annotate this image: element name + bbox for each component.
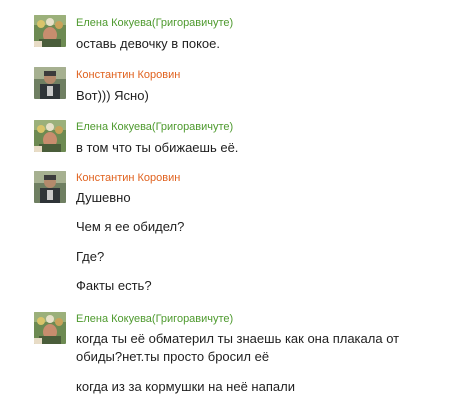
avatar[interactable] xyxy=(34,312,66,344)
author-name[interactable]: Константин Коровин xyxy=(76,172,180,185)
chat-message: Константин Коровин Душевно Чем я ее обид… xyxy=(34,171,467,296)
message-text: Чем я ее обидел? xyxy=(76,219,185,234)
avatar[interactable] xyxy=(34,67,66,99)
message-text: в том что ты обижаешь её. xyxy=(76,140,239,155)
message-text: оставь девочку в покое. xyxy=(76,36,220,51)
message-text: Вот))) Ясно) xyxy=(76,88,149,103)
chat-message: Елена Кокуева(Григоравичуте) когда ты её… xyxy=(34,312,467,394)
chat-message: Елена Кокуева(Григоравичуте) оставь дево… xyxy=(34,15,467,51)
chat-message: Елена Кокуева(Григоравичуте) в том что т… xyxy=(34,120,467,156)
avatar-man-icon xyxy=(34,171,66,203)
message-text: Где? xyxy=(76,249,105,264)
avatar[interactable] xyxy=(34,171,66,203)
message-text: Душевно xyxy=(76,190,131,205)
chat-message: Константин Коровин Вот))) Ясно) xyxy=(34,67,467,103)
message-text: обиды?нет.ты просто бросил её xyxy=(76,349,270,364)
avatar[interactable] xyxy=(34,15,66,47)
avatar-flowers-icon xyxy=(34,120,66,152)
author-name[interactable]: Константин Коровин xyxy=(76,69,180,82)
message-text: Факты есть? xyxy=(76,278,152,293)
message-text: когда из за кормушки на неё напали xyxy=(76,379,295,394)
author-name[interactable]: Елена Кокуева(Григоравичуте) xyxy=(76,121,233,134)
message-text: когда ты её обматерил ты знаешь как она … xyxy=(76,331,400,346)
avatar-flowers-icon xyxy=(34,312,66,344)
avatar-flowers-icon xyxy=(34,15,66,47)
author-name[interactable]: Елена Кокуева(Григоравичуте) xyxy=(76,17,233,30)
avatar[interactable] xyxy=(34,120,66,152)
author-name[interactable]: Елена Кокуева(Григоравичуте) xyxy=(76,313,233,326)
avatar-man-icon xyxy=(34,67,66,99)
